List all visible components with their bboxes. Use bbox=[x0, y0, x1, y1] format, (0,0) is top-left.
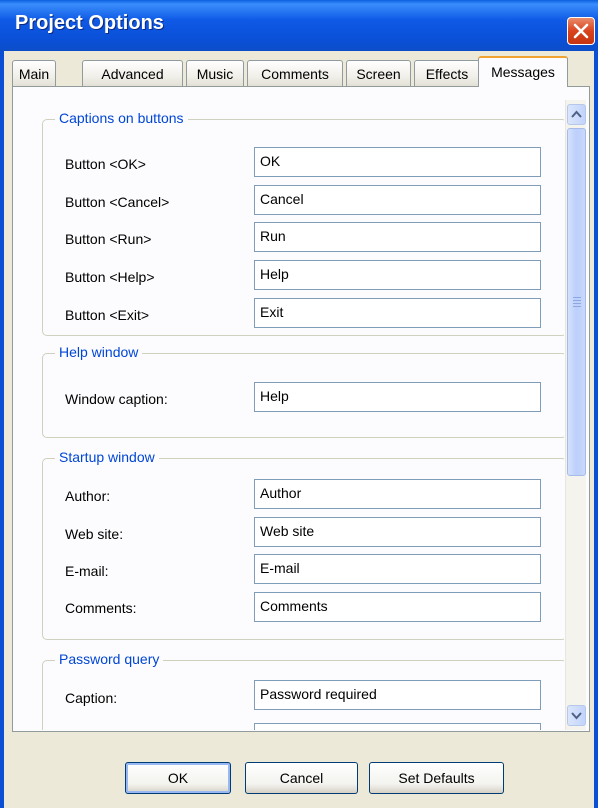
scroll-content: Captions on buttons Button <OK> OK Butto… bbox=[26, 98, 564, 730]
field-label: Button <Run> bbox=[65, 231, 152, 247]
button-ok-caption-input[interactable]: OK bbox=[254, 147, 541, 177]
help-window-group: Help window Window caption: Help bbox=[42, 344, 564, 438]
field-label: Web site: bbox=[65, 526, 124, 542]
field-label: Button <Cancel> bbox=[65, 194, 170, 210]
author-input[interactable]: Author bbox=[254, 479, 541, 509]
set-defaults-button[interactable]: Set Defaults bbox=[369, 762, 504, 794]
startup-window-group: Startup window Author: Author Web site: … bbox=[42, 449, 564, 640]
button-help-caption-input[interactable]: Help bbox=[254, 260, 541, 290]
cancel-button[interactable]: Cancel bbox=[245, 762, 358, 794]
web-site-input[interactable]: Web site bbox=[254, 517, 541, 547]
group-title: Startup window bbox=[55, 449, 159, 465]
field-label: Caption: bbox=[65, 690, 118, 706]
group-title: Help window bbox=[55, 344, 143, 360]
thumb-grip bbox=[573, 303, 581, 304]
field-label: E-mail: bbox=[65, 563, 109, 579]
close-icon bbox=[573, 23, 589, 39]
tab-effects[interactable]: Effects bbox=[414, 60, 480, 86]
ok-button[interactable]: OK bbox=[125, 762, 231, 794]
tab-main[interactable]: Main bbox=[12, 60, 56, 86]
field-label: Button <Help> bbox=[65, 269, 155, 285]
vertical-scrollbar[interactable] bbox=[565, 100, 586, 730]
captions-on-buttons-group: Captions on buttons Button <OK> OK Butto… bbox=[42, 110, 564, 336]
group-title: Password query bbox=[55, 651, 164, 667]
field-label: Window caption: bbox=[65, 391, 168, 407]
window-title: Project Options bbox=[15, 12, 164, 34]
field-label: Button <Exit> bbox=[65, 307, 150, 323]
tab-screen[interactable]: Screen bbox=[346, 60, 411, 86]
chevron-down-icon bbox=[571, 712, 582, 720]
email-input[interactable]: E-mail bbox=[254, 554, 541, 584]
scrollbar-thumb[interactable] bbox=[567, 128, 586, 476]
project-options-window: Project Options Main Advanced Music Comm… bbox=[0, 0, 598, 808]
tab-advanced[interactable]: Advanced bbox=[82, 60, 183, 86]
close-button[interactable] bbox=[567, 17, 595, 45]
password-caption-input[interactable]: Password required bbox=[254, 680, 541, 710]
window-frame-right bbox=[594, 51, 598, 808]
field-label: Comments: bbox=[65, 600, 137, 616]
tab-comments[interactable]: Comments bbox=[247, 60, 343, 86]
button-exit-caption-input[interactable]: Exit bbox=[254, 298, 541, 328]
thumb-grip bbox=[573, 297, 581, 298]
field-label: Button <OK> bbox=[65, 156, 146, 172]
thumb-grip bbox=[573, 300, 581, 301]
password-query-group: Password query Caption: Password require… bbox=[42, 651, 564, 730]
scroll-up-button[interactable] bbox=[567, 104, 586, 125]
tab-music[interactable]: Music bbox=[186, 60, 244, 86]
button-run-caption-input[interactable]: Run bbox=[254, 222, 541, 252]
window-frame-left bbox=[0, 51, 4, 808]
field-label: Author: bbox=[65, 488, 111, 504]
tab-messages[interactable]: Messages bbox=[478, 56, 568, 87]
thumb-grip bbox=[573, 306, 581, 307]
scroll-down-button[interactable] bbox=[567, 705, 586, 726]
help-window-caption-input[interactable]: Help bbox=[254, 382, 541, 412]
comments-input[interactable]: Comments bbox=[254, 592, 541, 622]
group-title: Captions on buttons bbox=[55, 110, 188, 126]
chevron-up-icon bbox=[571, 110, 582, 118]
button-cancel-caption-input[interactable]: Cancel bbox=[254, 185, 541, 215]
password-prompt-input[interactable] bbox=[254, 723, 541, 730]
title-bar[interactable]: Project Options bbox=[0, 0, 598, 51]
